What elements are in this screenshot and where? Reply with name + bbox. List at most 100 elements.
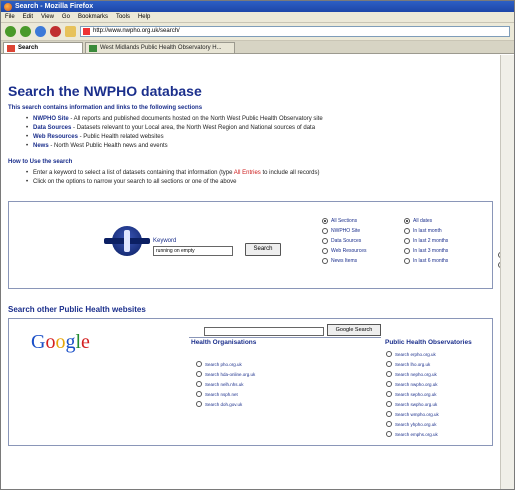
radio-web-resources[interactable]: Web Resources	[322, 246, 366, 256]
health-orgs-title: Health Organisations	[191, 339, 257, 346]
keyword-label: Keyword	[153, 238, 177, 244]
intro-text: This search contains information and lin…	[8, 105, 203, 111]
menu-go[interactable]: Go	[62, 12, 70, 22]
option-label: Search sepho.org.uk	[395, 391, 437, 397]
tab-search[interactable]: Search	[3, 42, 83, 53]
other-sites-panel: Google Google Search Health Organisation…	[8, 318, 493, 446]
firefox-icon	[4, 2, 12, 11]
window-title: Search - Mozilla Firefox	[15, 3, 94, 10]
keyword-input[interactable]: running on empty	[153, 246, 233, 256]
divider	[189, 337, 381, 338]
radio-label: In last 3 months	[413, 248, 449, 254]
list-item[interactable]: Search lho.org.uk	[386, 359, 439, 369]
option-label: Search doh.gov.uk	[205, 401, 243, 407]
nav-toolbar: http://www.nwpho.org.uk/search/	[1, 23, 514, 41]
radio-data-sources[interactable]: Data Sources	[322, 236, 366, 246]
radio-news-items[interactable]: News Items	[322, 256, 366, 266]
list-item[interactable]: Search nwpho.org.uk	[386, 379, 439, 389]
home-icon[interactable]	[65, 26, 76, 37]
section-name[interactable]: Web Resources	[33, 134, 78, 140]
radio-icon	[404, 238, 410, 244]
radio-icon	[386, 421, 392, 427]
tab-favicon-icon	[89, 45, 97, 52]
all-entries-text: All Entries	[233, 170, 261, 176]
page-content: Search the NWPHO database This search co…	[1, 55, 500, 489]
address-text: http://www.nwpho.org.uk/search/	[93, 28, 180, 34]
google-letter: g	[65, 331, 76, 353]
google-search-button[interactable]: Google Search	[327, 324, 381, 336]
radio-last-6-months[interactable]: In last 6 months	[404, 256, 448, 266]
option-label: Search pho.org.uk	[205, 361, 242, 367]
google-letter: o	[55, 331, 66, 353]
list-item: Data Sources - Datasets relevant to your…	[26, 124, 493, 133]
radio-last-3-months[interactable]: In last 3 months	[404, 246, 448, 256]
stop-icon[interactable]	[50, 26, 61, 37]
radio-icon	[322, 238, 328, 244]
vertical-scrollbar[interactable]	[500, 55, 514, 489]
radio-icon	[386, 381, 392, 387]
section-name[interactable]: Data Sources	[33, 125, 71, 131]
list-item[interactable]: Search emphs.org.uk	[386, 429, 439, 439]
radio-label: In last 2 months	[413, 238, 449, 244]
section-desc: - Datasets relevant to your Local area, …	[71, 125, 316, 131]
menu-help[interactable]: Help	[138, 12, 150, 22]
address-bar[interactable]: http://www.nwpho.org.uk/search/	[80, 26, 510, 37]
radio-icon	[386, 361, 392, 367]
section-name[interactable]: News	[33, 143, 49, 149]
radio-icon	[322, 248, 328, 254]
howto-list: Enter a keyword to select a list of data…	[26, 169, 493, 187]
sections-list: NWPHO Site - All reports and published d…	[26, 115, 493, 151]
search-button[interactable]: Search	[245, 243, 281, 256]
list-item[interactable]: Search nelh.nhs.uk	[196, 379, 255, 389]
google-letter: G	[31, 331, 46, 353]
radio-icon	[196, 381, 202, 387]
radio-last-2-months[interactable]: In last 2 months	[404, 236, 448, 246]
section-desc: - Public Health related websites	[77, 134, 164, 140]
radio-selected-icon	[322, 218, 328, 224]
pho-list: Search erpho.org.uk Search lho.org.uk Se…	[386, 349, 439, 439]
google-letter: e	[81, 331, 90, 353]
google-search-input[interactable]	[204, 327, 324, 336]
tab-west-midlands[interactable]: West Midlands Public Health Observatory …	[85, 42, 235, 53]
radio-icon	[386, 401, 392, 407]
radio-icon	[386, 391, 392, 397]
list-item[interactable]: Search nepho.org.uk	[386, 369, 439, 379]
radio-nwpho-site[interactable]: NWPHO Site	[322, 226, 366, 236]
section-name[interactable]: NWPHO Site	[33, 116, 69, 122]
back-icon[interactable]	[5, 26, 16, 37]
menu-file[interactable]: File	[5, 12, 15, 22]
radio-all-dates[interactable]: All dates	[404, 216, 448, 226]
title-bar: Search - Mozilla Firefox	[1, 1, 514, 12]
menu-view[interactable]: View	[41, 12, 54, 22]
site-favicon-icon	[83, 28, 90, 35]
radio-all-sections[interactable]: All Sections	[322, 216, 366, 226]
reload-icon[interactable]	[35, 26, 46, 37]
list-item[interactable]: Search erpho.org.uk	[386, 349, 439, 359]
section-desc: - North West Public Health news and even…	[48, 143, 168, 149]
radio-icon	[404, 228, 410, 234]
date-radio-group: All dates In last month In last 2 months…	[404, 216, 448, 266]
radio-icon	[196, 371, 202, 377]
radio-label: All dates	[413, 218, 433, 224]
list-item[interactable]: Search swpho.org.uk	[386, 399, 439, 409]
menu-tools[interactable]: Tools	[116, 12, 130, 22]
list-item[interactable]: Search hda-online.org.uk	[196, 369, 255, 379]
other-sites-title: Search other Public Health websites	[8, 305, 146, 314]
radio-last-month[interactable]: In last month	[404, 226, 448, 236]
list-item[interactable]: Search nsph.net	[196, 389, 255, 399]
list-item[interactable]: Search doh.gov.uk	[196, 399, 255, 409]
list-item[interactable]: Search sepho.org.uk	[386, 389, 439, 399]
forward-icon[interactable]	[20, 26, 31, 37]
section-desc: - All reports and published documents ho…	[68, 116, 323, 122]
list-item[interactable]: Search pho.org.uk	[196, 359, 255, 369]
list-item[interactable]: Search yhpho.org.uk	[386, 419, 439, 429]
menu-edit[interactable]: Edit	[23, 12, 33, 22]
radio-icon	[386, 371, 392, 377]
menu-bookmarks[interactable]: Bookmarks	[78, 12, 108, 22]
radio-icon	[322, 258, 328, 264]
radio-label: News Items	[331, 258, 358, 264]
radio-icon	[386, 431, 392, 437]
list-item[interactable]: Search wmpho.org.uk	[386, 409, 439, 419]
tab-label: Search	[18, 45, 39, 51]
option-label: Search nwpho.org.uk	[395, 381, 438, 387]
